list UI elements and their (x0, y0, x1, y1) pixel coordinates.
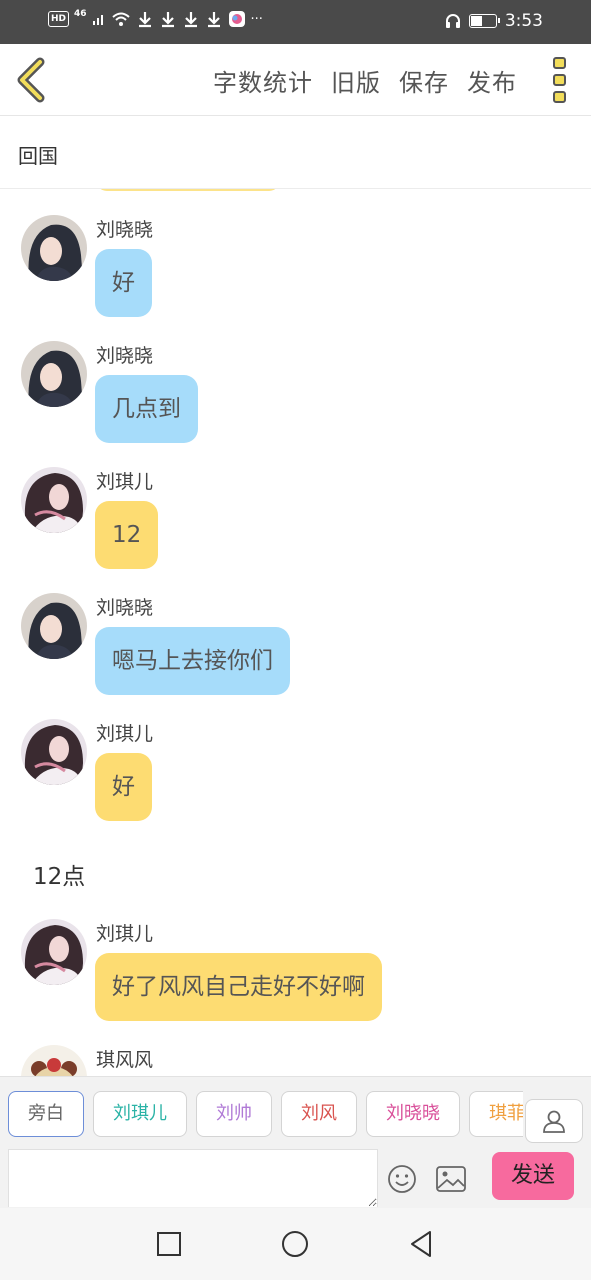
menu-dot (552, 57, 566, 69)
back-button[interactable] (12, 56, 52, 104)
message-row[interactable]: 琪风风 (0, 1019, 591, 1076)
message-row[interactable]: 刘晓晓好 (0, 189, 591, 317)
message-row[interactable]: 刘琪儿 12 (0, 441, 591, 569)
triangle-back-icon (408, 1230, 434, 1262)
status-bar: HD 46 ··· 3:53 (0, 0, 591, 44)
image-icon[interactable] (435, 1163, 467, 1195)
role-chip[interactable]: 刘琪儿 (93, 1091, 187, 1137)
menu-dot (552, 91, 566, 103)
back-nav-button[interactable] (406, 1231, 436, 1261)
header-actions: 字数统计 旧版 保存 发布 (213, 44, 517, 116)
avatar[interactable] (21, 719, 87, 785)
message-bubble[interactable]: 好了风风自己走好不好啊 (95, 953, 382, 1021)
network-type: 46 (74, 9, 87, 19)
message-bubble[interactable]: 12 (95, 501, 159, 569)
wifi-icon (111, 11, 131, 27)
save-button[interactable]: 保存 (399, 63, 449, 98)
signal-icon (92, 12, 106, 26)
top-toolbar: 字数统计 旧版 保存 发布 (0, 44, 591, 116)
sender-name: 刘晓晓 (96, 219, 154, 241)
square-icon (156, 1231, 182, 1261)
avatar[interactable] (21, 593, 87, 659)
vertical-dots-menu-icon[interactable] (547, 57, 571, 103)
send-button[interactable]: 发送 (492, 1152, 574, 1200)
system-nav-bar (0, 1208, 591, 1280)
old-version-button[interactable]: 旧版 (331, 63, 381, 98)
avatar[interactable] (21, 467, 87, 533)
avatar[interactable] (21, 341, 87, 407)
sender-name: 刘琪儿 (96, 723, 154, 745)
sender-name: 刘琪儿 (96, 923, 154, 945)
role-chip[interactable]: 刘帅 (196, 1091, 272, 1137)
message-bubble[interactable]: 好 (95, 249, 152, 317)
home-button[interactable] (280, 1231, 310, 1261)
chapter-title-row[interactable]: 回国 (0, 116, 591, 189)
publish-button[interactable]: 发布 (467, 63, 517, 98)
chevron-left-icon (12, 57, 52, 108)
role-list: 旁白 刘琪儿 刘帅 刘风 刘晓晓 琪菲 (8, 1091, 523, 1137)
word-count-button[interactable]: 字数统计 (213, 63, 313, 98)
message-bubble[interactable]: 几点到 (95, 375, 198, 443)
status-time: 3:53 (504, 11, 543, 31)
avatar[interactable] (21, 215, 87, 281)
circle-icon (281, 1230, 309, 1262)
download-icon (159, 10, 177, 28)
app-notification-icon (228, 10, 246, 28)
person-icon[interactable] (525, 1099, 583, 1143)
sender-name: 琪风风 (96, 1049, 154, 1071)
role-selector[interactable]: 旁白 刘琪儿 刘帅 刘风 刘晓晓 琪菲 (8, 1091, 523, 1137)
role-chip[interactable]: 刘风 (281, 1091, 357, 1137)
recent-apps-button[interactable] (154, 1231, 184, 1261)
composer: 旁白 刘琪儿 刘帅 刘风 刘晓晓 琪菲 发送 (0, 1076, 591, 1208)
sender-name: 刘晓晓 (96, 345, 154, 367)
message-row[interactable]: 刘琪儿好 (0, 693, 591, 821)
sender-name: 刘琪儿 (96, 471, 154, 493)
role-chip[interactable]: 琪菲 (469, 1091, 523, 1137)
download-icon (182, 10, 200, 28)
status-icons-right: 3:53 (445, 11, 543, 31)
message-row[interactable]: 刘琪儿好了风风自己走好不好啊 (0, 893, 591, 1021)
sender-name: 刘晓晓 (96, 597, 154, 619)
message-row[interactable]: 刘晓晓 几点到 (0, 315, 591, 443)
more-notifications: ··· (250, 11, 263, 27)
download-icon (136, 10, 154, 28)
battery-icon (468, 14, 500, 28)
role-chip[interactable]: 旁白 (8, 1091, 84, 1137)
hd-icon: HD (48, 11, 70, 27)
status-icons-left: HD 46 ··· (48, 9, 263, 28)
narration-text[interactable]: 12点 (33, 857, 85, 891)
chapter-title: 回国 (18, 144, 58, 168)
message-input[interactable] (8, 1149, 378, 1207)
message-bubble[interactable]: 嗯马上去接你们 (95, 627, 290, 695)
headphones-icon (445, 13, 461, 29)
menu-dot (552, 74, 566, 86)
battery-level (470, 16, 482, 26)
chat-area[interactable]: 刘晓晓好刘晓晓 几点到 刘琪儿 12 刘晓晓 嗯马上去接你们 刘琪儿好 12点 刘琪儿 好了风风自… (0, 189, 591, 1076)
message-row[interactable]: 刘晓晓嗯马上去接你们 (0, 567, 591, 695)
avatar[interactable] (21, 919, 87, 985)
avatar[interactable] (21, 1045, 87, 1076)
role-chip[interactable]: 刘晓晓 (366, 1091, 460, 1137)
download-icon (205, 10, 223, 28)
message-bubble[interactable]: 好 (95, 753, 152, 821)
emoji-icon[interactable] (386, 1163, 418, 1195)
